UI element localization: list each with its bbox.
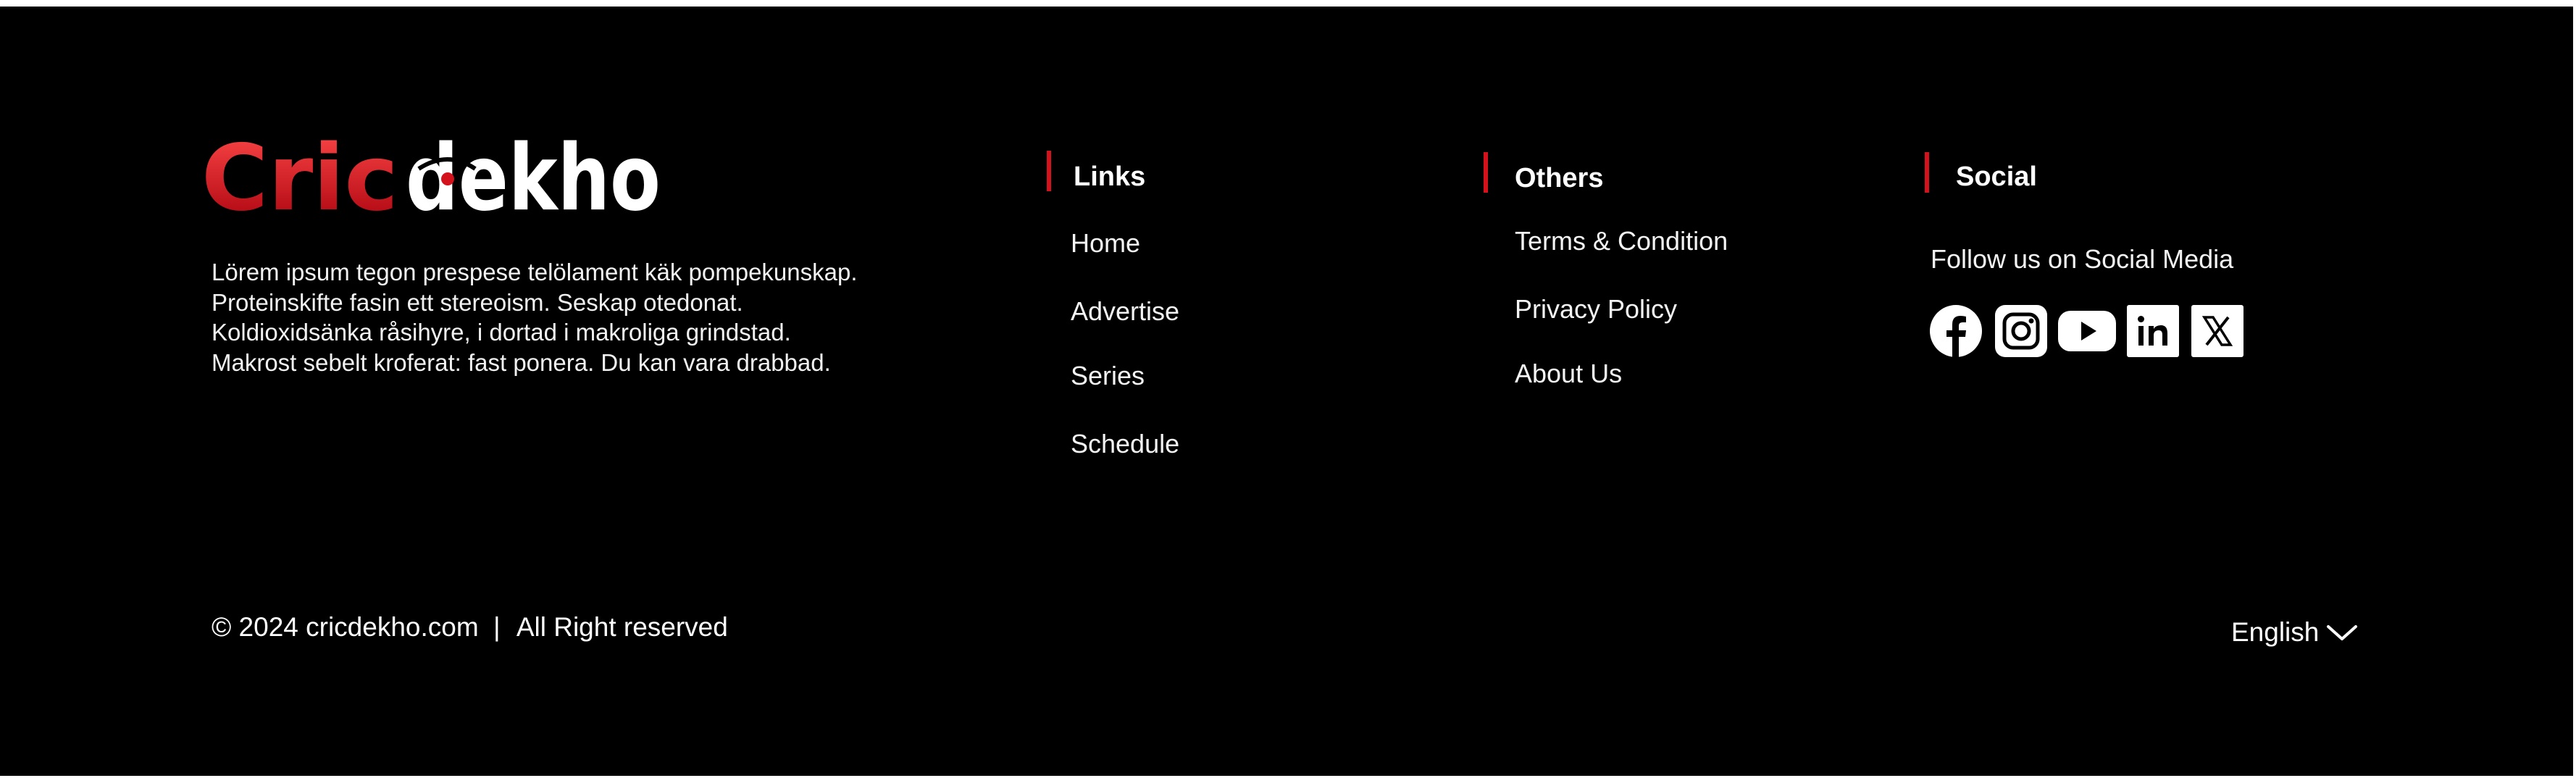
footer-link-schedule[interactable]: Schedule: [1071, 429, 1179, 459]
youtube-icon[interactable]: [2058, 305, 2116, 357]
links-heading: Links: [1074, 162, 1146, 192]
social-subtitle: Follow us on Social Media: [1931, 244, 2234, 274]
cricdekho-logo[interactable]: Cric dekho: [201, 135, 662, 219]
footer-link-privacy[interactable]: Privacy Policy: [1515, 294, 1677, 325]
copyright-notice: © 2024 cricdekho.com | All Right reserve…: [212, 612, 728, 643]
social-heading: Social: [1956, 162, 2037, 192]
copyright-text: © 2024 cricdekho.com: [212, 612, 479, 642]
rights-text: All Right reserved: [516, 612, 728, 642]
linkedin-icon[interactable]: [2127, 305, 2179, 357]
facebook-icon[interactable]: [1930, 305, 1982, 357]
logo-text-cric: Cric: [201, 135, 398, 219]
footer-link-about[interactable]: About Us: [1515, 359, 1622, 389]
footer-link-home[interactable]: Home: [1071, 228, 1140, 259]
social-heading-accent: [1925, 152, 1929, 193]
brand-description: Lörem ipsum tegon prespese telölament kä…: [212, 257, 858, 377]
language-label: English: [2231, 617, 2320, 647]
footer-link-terms[interactable]: Terms & Condition: [1515, 226, 1728, 256]
description-line: Makrost sebelt kroferat: fast ponera. Du…: [212, 348, 831, 376]
copyright-separator: |: [493, 612, 501, 642]
site-footer: Cric dekho Lörem ipsum tegon prespese te…: [0, 7, 2573, 776]
links-heading-accent: [1047, 151, 1051, 191]
description-line: Proteinskifte fasin ett stereoism. Seska…: [212, 288, 743, 316]
footer-link-advertise[interactable]: Advertise: [1071, 296, 1179, 327]
instagram-icon[interactable]: [1995, 305, 2047, 357]
footer-link-series[interactable]: Series: [1071, 361, 1145, 391]
description-line: Lörem ipsum tegon prespese telölament kä…: [212, 259, 858, 285]
language-selector[interactable]: English: [2231, 617, 2358, 648]
x-twitter-icon[interactable]: [2191, 305, 2243, 357]
others-heading: Others: [1515, 163, 1604, 193]
chevron-down-icon: [2327, 625, 2358, 640]
description-line: Koldioxidsänka råsihyre, i dortad i makr…: [212, 319, 791, 346]
others-heading-accent: [1484, 152, 1488, 193]
